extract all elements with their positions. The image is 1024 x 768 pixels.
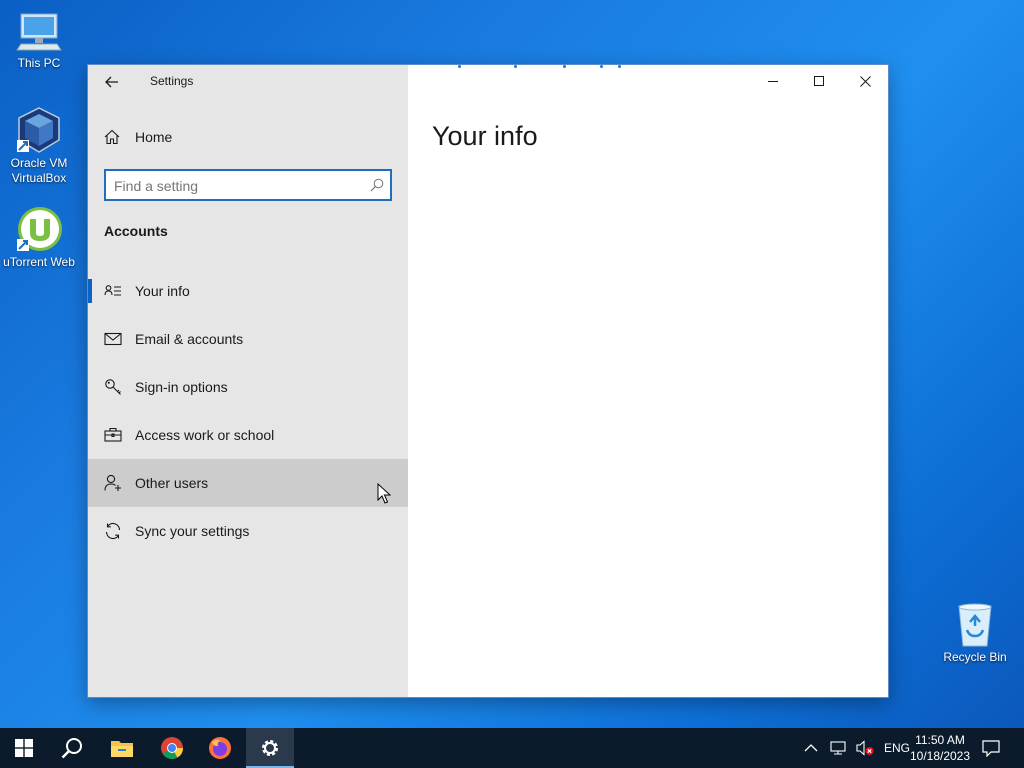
back-button[interactable] [98, 71, 126, 93]
key-icon [105, 379, 121, 395]
mouse-cursor-icon [377, 483, 391, 504]
section-heading: Accounts [104, 223, 168, 239]
person-card-icon [104, 285, 121, 296]
desktop-icon-recycle-bin[interactable]: Recycle Bin [936, 602, 1014, 665]
chrome-icon [161, 737, 183, 759]
start-button[interactable] [0, 728, 48, 768]
mail-icon [104, 332, 122, 346]
nav-item-label: Sync your settings [135, 523, 250, 539]
home-icon [104, 129, 120, 145]
taskbar: ENG 11:50 AM 10/18/2023 [0, 728, 1024, 768]
network-icon[interactable] [830, 740, 848, 756]
briefcase-icon [104, 427, 122, 442]
close-icon [859, 75, 871, 87]
maximize-icon [814, 76, 824, 86]
folder-icon [111, 741, 133, 757]
minimize-icon [768, 81, 778, 82]
settings-sidebar: Settings Home Accounts Your [88, 65, 408, 697]
windows-logo-icon [15, 739, 33, 757]
nav-item-sign-in-options[interactable]: Sign-in options [88, 363, 408, 411]
virtualbox-icon [17, 107, 60, 153]
sync-icon [105, 522, 121, 540]
desktop-icon-this-pc[interactable]: This PC [0, 10, 78, 71]
search-input[interactable] [114, 176, 362, 196]
search-icon[interactable] [370, 178, 384, 192]
nav-item-other-users[interactable]: Other users [88, 459, 408, 507]
desktop-icon-label: Oracle VM VirtualBox [10, 156, 68, 185]
window-controls [750, 65, 888, 97]
taskbar-search-button[interactable] [48, 728, 96, 768]
desktop-icon-utorrent[interactable]: uTorrent Web [0, 205, 78, 270]
computer-icon [16, 13, 62, 51]
title-bar: Settings [88, 65, 408, 99]
clock-date: 10/18/2023 [909, 749, 971, 763]
taskbar-file-explorer[interactable] [98, 728, 146, 768]
nav-item-access-work-school[interactable]: Access work or school [88, 411, 408, 459]
home-label: Home [135, 129, 173, 145]
firefox-icon [209, 737, 231, 759]
taskbar-chrome[interactable] [148, 728, 196, 768]
app-title: Settings [150, 74, 194, 88]
minimize-button[interactable] [750, 65, 796, 97]
nav-item-label: Your info [135, 283, 190, 299]
home-link[interactable]: Home [88, 117, 408, 157]
close-button[interactable] [842, 65, 888, 97]
desktop-icon-virtualbox[interactable]: Oracle VM VirtualBox [0, 106, 78, 186]
volume-muted-icon[interactable] [856, 740, 874, 756]
nav-item-label: Email & accounts [135, 331, 244, 347]
action-center-button[interactable] [968, 728, 1014, 768]
nav-item-email-accounts[interactable]: Email & accounts [88, 315, 408, 363]
clock-time: 11:50 AM [915, 733, 965, 747]
back-arrow-icon [105, 76, 118, 88]
search-icon [61, 738, 82, 759]
notification-icon [982, 740, 1000, 757]
maximize-button[interactable] [796, 65, 842, 97]
desktop-icon-label: This PC [17, 56, 61, 70]
taskbar-firefox[interactable] [196, 728, 244, 768]
add-person-icon [104, 474, 121, 491]
nav-item-label: Other users [135, 475, 209, 491]
accounts-nav: Your info Email & accounts Sign-in optio… [88, 267, 408, 555]
taskbar-settings[interactable] [246, 728, 294, 768]
nav-item-your-info[interactable]: Your info [88, 267, 408, 315]
utorrent-icon [17, 207, 62, 251]
nav-item-label: Sign-in options [135, 379, 228, 395]
desktop-icon-label: uTorrent Web [3, 255, 75, 269]
search-box[interactable] [104, 169, 392, 201]
nav-item-sync-settings[interactable]: Sync your settings [88, 507, 408, 555]
system-tray: ENG [800, 728, 910, 768]
nav-item-label: Access work or school [135, 427, 275, 443]
settings-window: Settings Home Accounts Your [88, 65, 888, 697]
recycle-bin-icon [958, 603, 992, 647]
desktop-icon-label: Recycle Bin [943, 650, 1007, 664]
page-title: Your info [432, 121, 538, 151]
taskbar-clock[interactable]: 11:50 AM 10/18/2023 [904, 732, 976, 764]
gear-icon [262, 740, 278, 756]
chevron-up-icon[interactable] [804, 743, 818, 753]
content-pane: Your info [408, 65, 888, 697]
